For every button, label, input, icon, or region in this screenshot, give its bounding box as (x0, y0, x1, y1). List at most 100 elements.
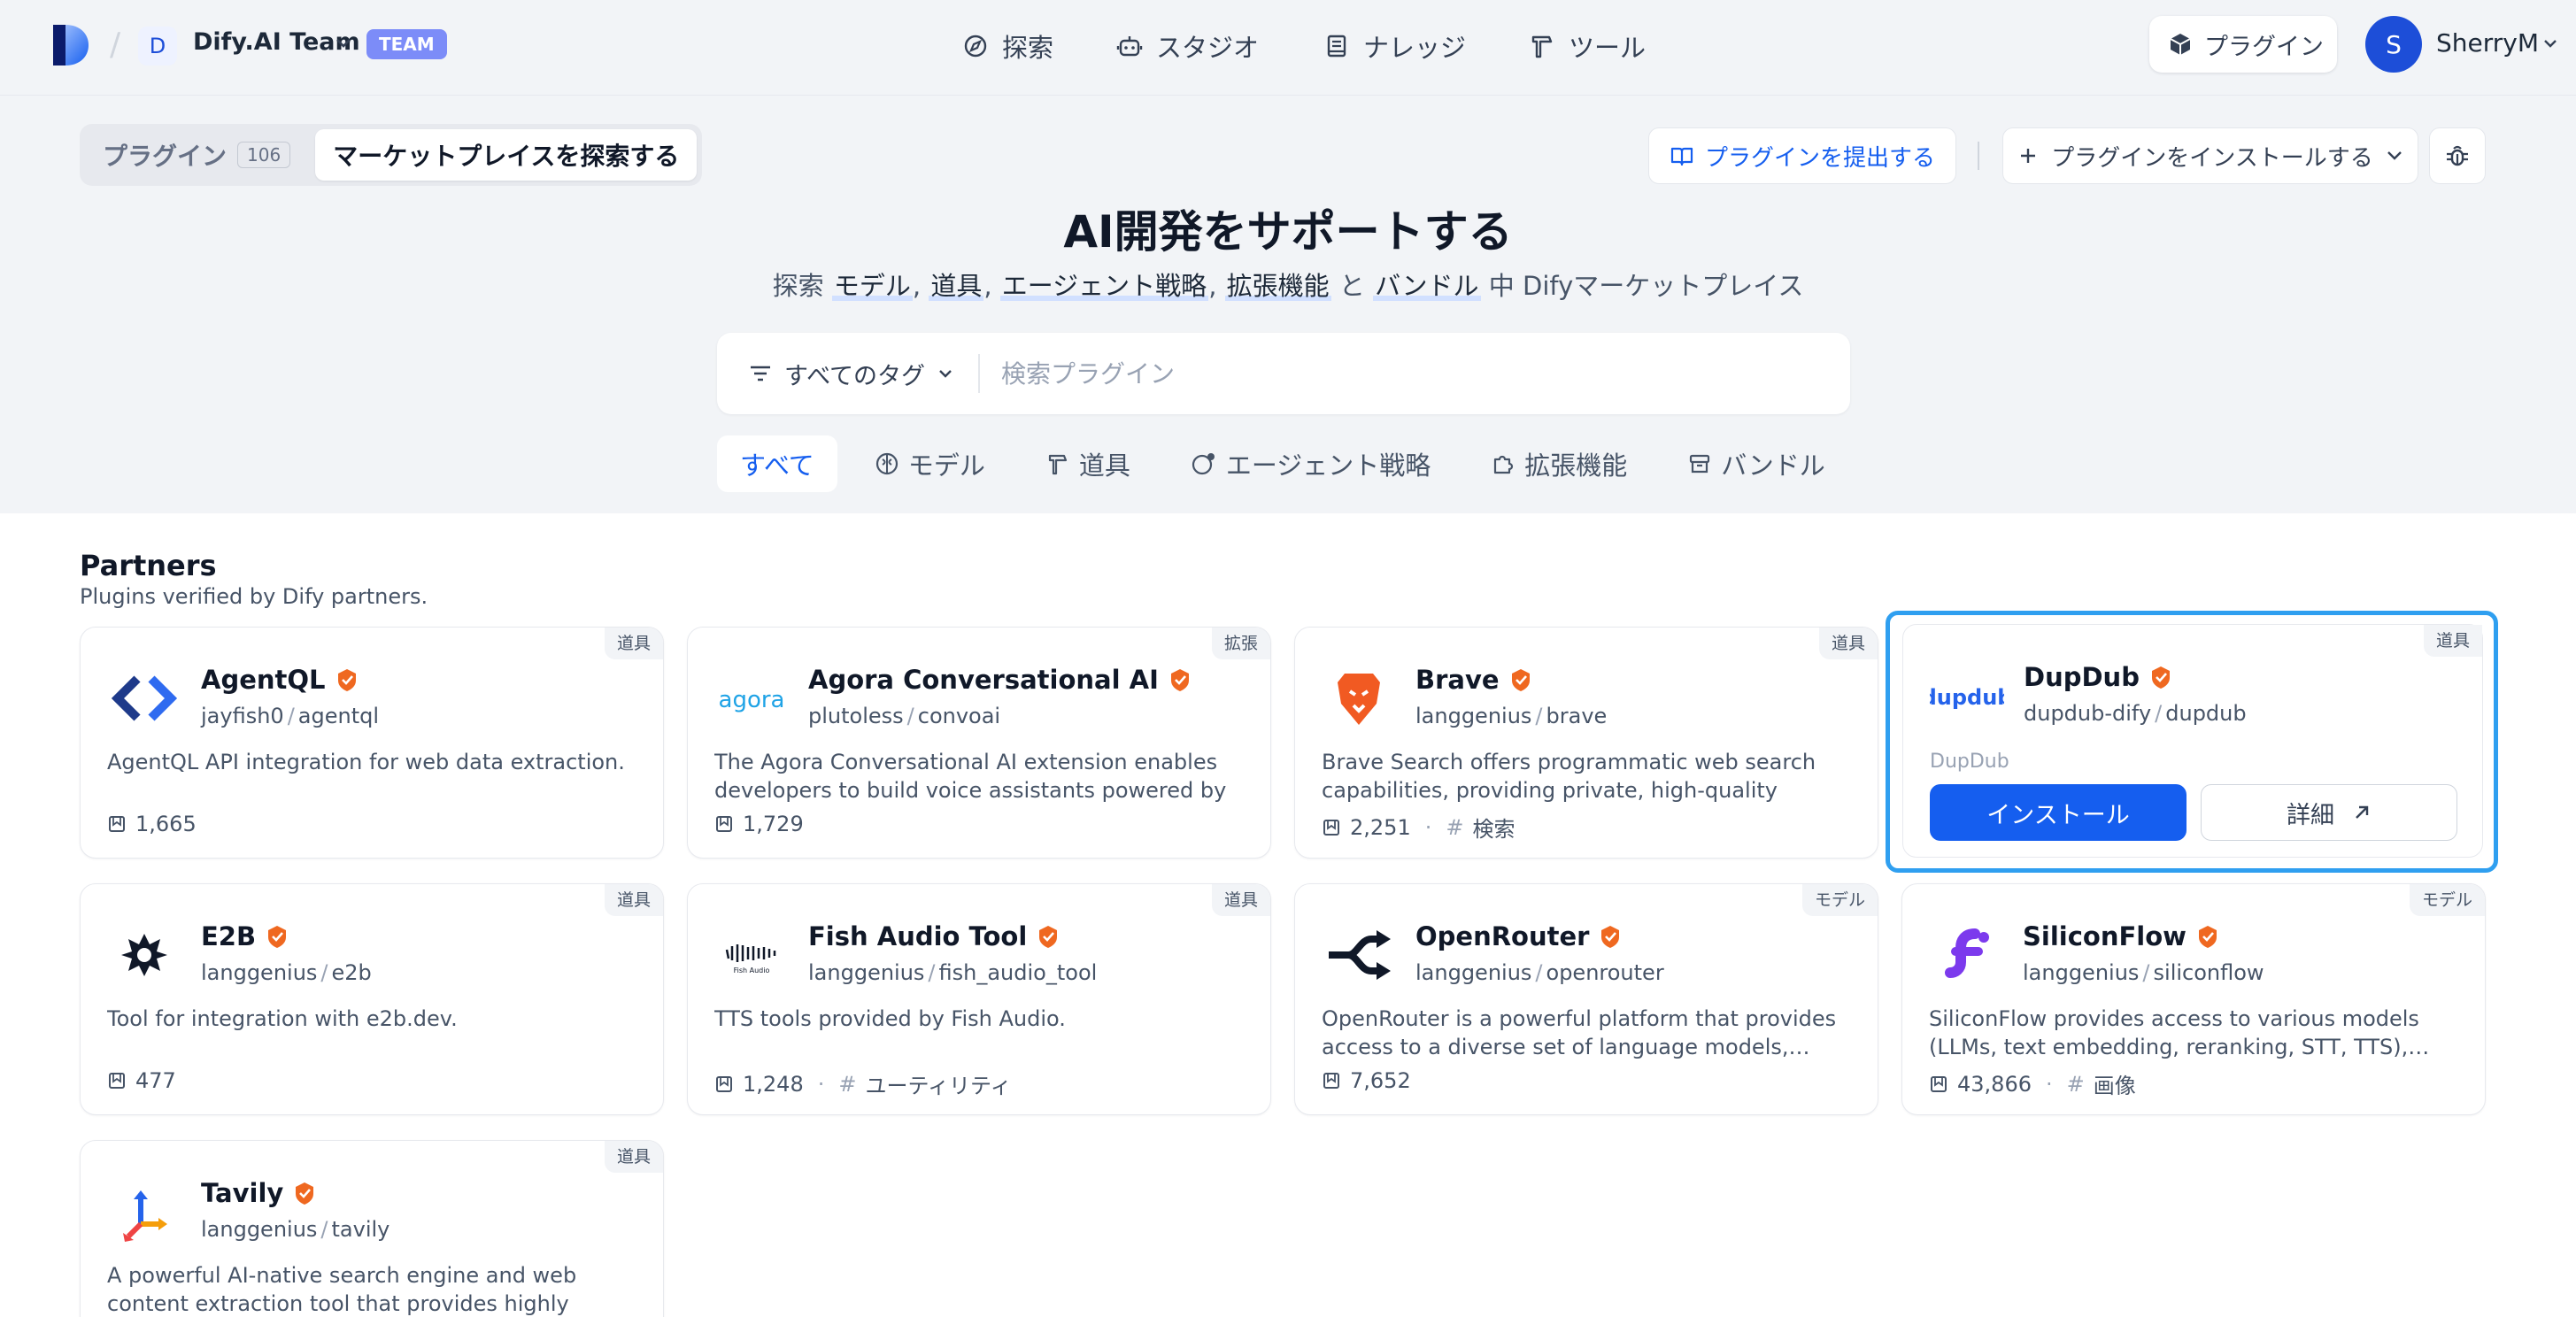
plugin-name: Tavily (201, 1178, 317, 1208)
nav-studio[interactable]: スタジオ (1115, 23, 1259, 69)
dify-logo-icon[interactable] (53, 25, 89, 65)
svg-text:agora: agora (719, 687, 785, 713)
plugin-name: DupDub (2024, 662, 2173, 692)
debug-button[interactable] (2429, 127, 2486, 184)
workspace-avatar[interactable]: D (138, 27, 177, 65)
install-plugin-label: プラグインをインストールする (2051, 144, 2373, 172)
hero-link-agent-strategies[interactable]: エージェント戦略 (999, 271, 1209, 301)
category-tag: 道具 (604, 884, 663, 916)
plugin-description: Tool for integration with e2b.dev. (107, 1006, 458, 1031)
verified-badge-icon (337, 669, 356, 691)
hero-link-bundles[interactable]: バンドル (1373, 271, 1481, 301)
user-name[interactable]: SherryM (2436, 28, 2539, 58)
plugin-description: TTS tools provided by Fish Audio. (714, 1006, 1066, 1031)
book-icon (1327, 35, 1346, 58)
plugin-name: E2B (201, 921, 289, 951)
brave-logo-icon (1322, 661, 1396, 736)
plugin-card[interactable]: 道具 Brave langgenius / brave Brave Search o… (1294, 627, 1878, 859)
submit-plugin-button[interactable]: プラグインを提出する (1648, 127, 1956, 184)
keyword-tag[interactable]: 画像 (2094, 1068, 2136, 1099)
hero-link-extensions[interactable]: 拡張機能 (1224, 271, 1331, 301)
repo-name: siliconflow (2153, 960, 2264, 985)
repo-name: openrouter (1546, 960, 1664, 985)
plugin-card[interactable]: 道具 AgentQL jayfish0/agentql AgentQL API … (80, 627, 664, 859)
nav-label: ツール (1569, 33, 1647, 63)
tavily-logo-icon (107, 1175, 181, 1249)
plugin-meta: 43,866 · # 画像 (1929, 1068, 2136, 1099)
plugin-card[interactable]: 道具 Tavily langgenius / tavily A powerful A… (80, 1140, 664, 1317)
plugin-meta: 2,251 · # 検索 (1322, 812, 1515, 843)
hero-title: AI開発をサポートする (1063, 206, 1513, 258)
plugin-name-text: Tavily (201, 1178, 284, 1208)
tab-all[interactable]: すべて (717, 435, 837, 492)
puzzle-icon (1494, 455, 1514, 474)
plugin-card-inner: 道具 dupdub DupDub dupdub-dify/dupdub DupD… (1902, 624, 2483, 858)
category-tag: モデル (2409, 884, 2485, 916)
install-count: 1,665 (135, 812, 197, 836)
category-tag: 拡張 (1211, 628, 1270, 659)
plugin-card[interactable]: 道具 E2B langgenius / e2b Tool for integrati… (80, 883, 664, 1115)
detail-button[interactable]: 詳細 (2201, 784, 2457, 841)
plugin-card-hovered[interactable]: 道具 dupdub DupDub dupdub-dify/dupdub DupD… (1886, 611, 2498, 873)
org-name: plutoless (808, 704, 904, 728)
tag-filter-dropdown[interactable]: すべてのタグ (717, 354, 981, 393)
tab-label: すべて (740, 451, 814, 481)
plugins-button[interactable]: プラグイン (2149, 16, 2337, 73)
section-title: Partners (80, 549, 217, 582)
tab-label: モデル (907, 451, 985, 481)
install-count: 1,729 (743, 812, 804, 836)
plugin-name-text: OpenRouter (1415, 921, 1590, 951)
org-name: langgenius (1415, 704, 1532, 728)
nav-explore[interactable]: 探索 (961, 23, 1053, 69)
hash-icon: # (2066, 1071, 2085, 1097)
plugin-card[interactable]: モデル SiliconFlow langgenius / siliconflow S… (1901, 883, 2486, 1115)
plugin-card[interactable]: 拡張 agora Agora Conversational AI plutole… (687, 627, 1271, 859)
search-input[interactable] (980, 358, 1778, 389)
download-icon (716, 1075, 732, 1092)
repo-name: fish_audio_tool (938, 960, 1098, 985)
repo-name: tavily (331, 1217, 390, 1242)
tab-agent-strategies[interactable]: エージェント戦略 (1168, 435, 1454, 492)
tab-marketplace[interactable]: マーケットプレイスを探索する (315, 129, 698, 181)
install-count: 7,652 (1350, 1068, 1411, 1093)
plugin-name: SiliconFlow (2023, 921, 2220, 951)
hero-link-tools[interactable]: 道具 (929, 271, 984, 301)
hero-link-models[interactable]: モデル (831, 271, 913, 301)
chevron-down-icon[interactable] (335, 37, 352, 50)
download-icon (1931, 1075, 1947, 1092)
tab-models[interactable]: モデル (852, 435, 1008, 492)
cube-icon (2170, 34, 2191, 55)
divider (1978, 142, 1979, 170)
plugin-name-text: Fish Audio Tool (808, 921, 1028, 951)
tab-plugins[interactable]: プラグイン 106 (85, 129, 308, 181)
install-plugin-dropdown[interactable]: プラグインをインストールする (2002, 127, 2418, 184)
plugin-meta: 1,248 · # ユーティリティ (714, 1068, 1012, 1099)
tab-extensions[interactable]: 拡張機能 (1468, 435, 1650, 492)
keyword-tag[interactable]: 検索 (1472, 812, 1515, 843)
category-tag: 道具 (604, 1141, 663, 1173)
tab-bundles[interactable]: バンドル (1664, 435, 1847, 492)
plugin-description: SiliconFlow provides access to various m… (1929, 1006, 2430, 1059)
plugin-name: Brave (1415, 665, 1533, 695)
plugin-description: Brave Search offers programmatic web sea… (1322, 750, 1816, 803)
repo-name: agentql (297, 704, 380, 728)
hash-icon: # (838, 1071, 857, 1097)
plugin-org: langgenius / e2b (201, 960, 372, 985)
tab-marketplace-label: マーケットプレイスを探索する (333, 142, 680, 171)
plugin-name-text: Agora Conversational AI (808, 665, 1159, 695)
plugin-card[interactable]: 道具 Fish Audio Fish Audio Tool langgenius… (687, 883, 1271, 1115)
keyword-tag[interactable]: ユーティリティ (865, 1068, 1011, 1099)
plugin-card[interactable]: モデル OpenRouter langgenius / openrouter Ope… (1294, 883, 1878, 1115)
org-name: jayfish0 (201, 704, 284, 728)
tab-tools[interactable]: 道具 (1022, 435, 1153, 492)
top-bar: / D Dify.AI Team TEAM 探索 スタジオ ナレッジ ツール プ… (0, 0, 2576, 96)
siliconflow-logo-icon (1929, 918, 2003, 992)
nav-knowledge[interactable]: ナレッジ (1323, 23, 1466, 69)
chevron-down-icon[interactable] (2542, 38, 2558, 49)
user-avatar[interactable]: S (2365, 16, 2422, 73)
nav-label: ナレッジ (1363, 33, 1467, 63)
repo-name: e2b (331, 960, 372, 985)
plugins-button-label: プラグイン (2204, 33, 2324, 61)
nav-tools[interactable]: ツール (1528, 23, 1646, 69)
install-button[interactable]: インストール (1930, 784, 2187, 841)
